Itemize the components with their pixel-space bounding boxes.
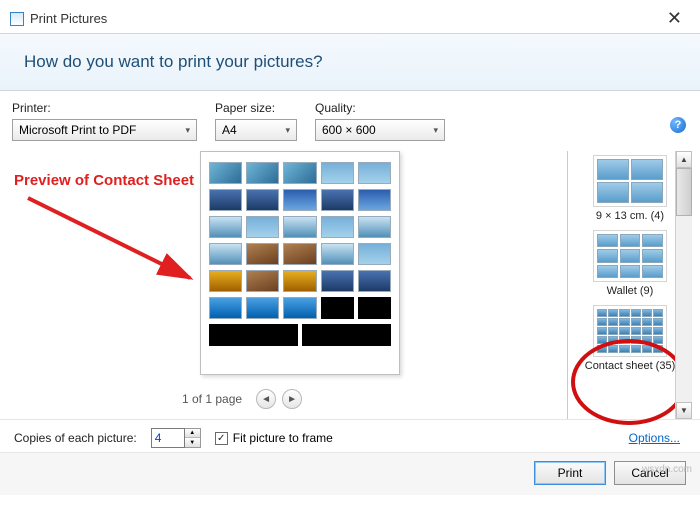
layout-panel: 9 × 13 cm. (4) Wallet (9) Contact sheet …	[567, 151, 692, 419]
next-page-button[interactable]: ►	[282, 389, 302, 409]
checkbox-box: ✓	[215, 432, 228, 445]
layout-label: 9 × 13 cm. (4)	[596, 210, 664, 222]
options-row: Copies of each picture: ▲ ▼ ✓ Fit pictur…	[0, 419, 700, 452]
copies-up-button[interactable]: ▲	[185, 429, 200, 438]
copies-down-button[interactable]: ▼	[185, 438, 200, 447]
print-pictures-icon	[10, 12, 24, 26]
page-indicator: 1 of 1 page	[182, 392, 242, 406]
printer-group: Printer: Microsoft Print to PDF ▾	[12, 101, 197, 141]
preview-pane: 1 of 1 page ◄ ►	[12, 151, 567, 419]
layout-label: Contact sheet (35)	[585, 360, 676, 372]
copies-input[interactable]	[151, 428, 185, 448]
fit-frame-label: Fit picture to frame	[233, 431, 333, 445]
window-title: Print Pictures	[30, 11, 107, 26]
layout-9x13[interactable]: 9 × 13 cm. (4)	[593, 155, 667, 222]
body-area: 1 of 1 page ◄ ► 9 × 13 cm. (4) Wallet (9…	[0, 147, 700, 419]
copies-spinner[interactable]: ▲ ▼	[151, 428, 201, 448]
paper-value: A4	[222, 123, 237, 137]
options-link[interactable]: Options...	[629, 431, 688, 445]
prev-page-button[interactable]: ◄	[256, 389, 276, 409]
layout-wallet[interactable]: Wallet (9)	[593, 230, 667, 297]
layout-contact-sheet[interactable]: Contact sheet (35)	[585, 305, 676, 372]
fit-frame-checkbox[interactable]: ✓ Fit picture to frame	[215, 431, 333, 445]
quality-group: Quality: 600 × 600 ▾	[315, 101, 445, 141]
printer-label: Printer:	[12, 101, 197, 115]
chevron-down-icon: ▾	[433, 125, 438, 136]
contact-sheet-preview	[200, 151, 400, 375]
print-button[interactable]: Print	[534, 461, 606, 485]
quality-label: Quality:	[315, 101, 445, 115]
paper-select[interactable]: A4 ▾	[215, 119, 297, 141]
title-bar: Print Pictures ✕	[0, 0, 700, 33]
help-icon[interactable]: ?	[670, 117, 686, 133]
chevron-down-icon: ▾	[185, 125, 190, 136]
watermark: wsxdn.com	[642, 464, 692, 475]
paper-group: Paper size: A4 ▾	[215, 101, 297, 141]
header-banner: How do you want to print your pictures?	[0, 33, 700, 91]
scroll-up-button[interactable]: ▲	[676, 151, 692, 168]
scroll-thumb[interactable]	[676, 168, 692, 216]
layout-label: Wallet (9)	[607, 285, 654, 297]
copies-label: Copies of each picture:	[14, 431, 137, 445]
layout-scrollbar[interactable]: ▲ ▼	[675, 151, 692, 419]
button-row: Print Cancel	[0, 452, 700, 495]
quality-select[interactable]: 600 × 600 ▾	[315, 119, 445, 141]
title-left: Print Pictures	[10, 11, 107, 26]
pager: 1 of 1 page ◄ ►	[182, 389, 302, 409]
chevron-down-icon: ▾	[285, 125, 290, 136]
printer-select[interactable]: Microsoft Print to PDF ▾	[12, 119, 197, 141]
controls-row: Printer: Microsoft Print to PDF ▾ Paper …	[0, 91, 700, 147]
close-button[interactable]: ✕	[659, 6, 690, 31]
paper-label: Paper size:	[215, 101, 297, 115]
scroll-down-button[interactable]: ▼	[676, 402, 692, 419]
banner-question: How do you want to print your pictures?	[24, 52, 323, 71]
printer-value: Microsoft Print to PDF	[19, 123, 136, 137]
quality-value: 600 × 600	[322, 123, 376, 137]
